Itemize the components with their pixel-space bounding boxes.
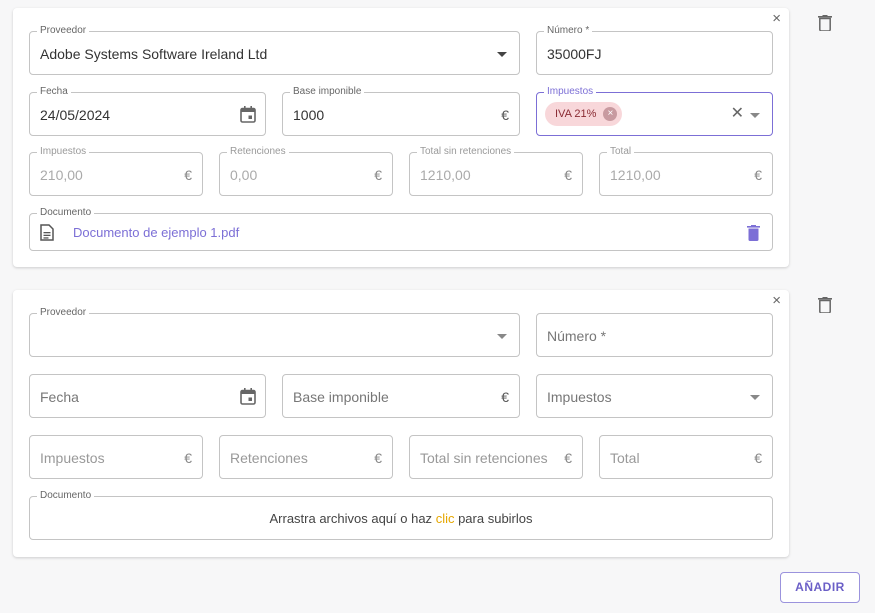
- chevron-down-icon: [750, 395, 760, 400]
- calendar-icon[interactable]: [240, 106, 256, 123]
- delete-entry-1-icon[interactable]: [818, 15, 832, 31]
- calendar-icon[interactable]: [240, 388, 256, 405]
- document-label: Documento: [37, 490, 95, 502]
- withholdings-field-1: Retenciones 0,00 €: [219, 146, 393, 196]
- total-placeholder: Total: [610, 450, 640, 466]
- base-amount-field-2[interactable]: Base imponible €: [282, 374, 520, 418]
- clear-selection-icon[interactable]: ✕: [731, 105, 744, 123]
- tax-chip[interactable]: IVA 21% ×: [545, 102, 623, 126]
- taxes-amount-label: Impuestos: [37, 146, 90, 158]
- total-no-withholding-placeholder: Total sin retenciones: [420, 450, 548, 466]
- taxes-select-label: Impuestos: [544, 86, 597, 98]
- document-icon: [40, 224, 54, 241]
- supplier-label: Proveedor: [37, 25, 90, 37]
- taxes-amount-field-1: Impuestos 210,00 €: [29, 146, 203, 196]
- euro-suffix: €: [501, 107, 509, 123]
- euro-suffix: €: [564, 167, 572, 183]
- total-no-withholding-value: 1210,00: [420, 167, 471, 183]
- invoice-entry-card-2: × Proveedor Número * Fecha Base imponibl…: [13, 290, 789, 557]
- dropzone-text-before: Arrastra archivos aquí o haz: [269, 511, 436, 526]
- delete-document-icon[interactable]: [747, 225, 760, 241]
- base-value: 1000: [293, 107, 325, 123]
- close-entry-1-icon[interactable]: ×: [772, 11, 781, 27]
- base-amount-field-1[interactable]: Base imponible 1000 €: [282, 86, 520, 136]
- supplier-select-2[interactable]: Proveedor: [29, 307, 520, 357]
- withholdings-value: 0,00: [230, 167, 258, 183]
- supplier-label: Proveedor: [37, 307, 90, 319]
- number-field-2[interactable]: Número *: [536, 313, 773, 357]
- dropzone-text-after: para subirlos: [454, 511, 533, 526]
- invoice-entry-card-1: × Proveedor Adobe Systems Software Irela…: [13, 8, 789, 267]
- withholdings-placeholder: Retenciones: [230, 450, 308, 466]
- number-value: 35000FJ: [547, 46, 602, 62]
- withholdings-label: Retenciones: [227, 146, 289, 158]
- euro-suffix: €: [374, 167, 382, 183]
- document-file-link[interactable]: Documento de ejemplo 1.pdf: [73, 225, 239, 241]
- supplier-value: Adobe Systems Software Ireland Ltd: [40, 46, 268, 62]
- total-field-2: Total €: [599, 435, 773, 479]
- taxes-select-2[interactable]: Impuestos: [536, 374, 773, 418]
- euro-suffix: €: [184, 167, 192, 183]
- document-field-1: Documento Documento de ejemplo 1.pdf: [29, 207, 773, 251]
- chevron-down-icon: [497, 52, 507, 57]
- taxes-select-1[interactable]: Impuestos IVA 21% × ✕: [536, 86, 773, 136]
- total-no-withholding-field-2: Total sin retenciones €: [409, 435, 583, 479]
- chip-remove-icon[interactable]: ×: [603, 107, 618, 121]
- supplier-select-1[interactable]: Proveedor Adobe Systems Software Ireland…: [29, 25, 520, 75]
- taxes-select-placeholder: Impuestos: [547, 389, 612, 405]
- euro-suffix: €: [564, 450, 572, 466]
- dropzone-text: Arrastra archivos aquí o haz clic para s…: [30, 511, 772, 527]
- tax-chip-label: IVA 21%: [555, 108, 597, 120]
- euro-suffix: €: [184, 450, 192, 466]
- total-label: Total: [607, 146, 635, 158]
- base-label: Base imponible: [290, 86, 365, 98]
- base-placeholder: Base imponible: [293, 389, 389, 405]
- taxes-amount-value: 210,00: [40, 167, 83, 183]
- chevron-down-icon[interactable]: [750, 113, 760, 118]
- total-no-withholding-label: Total sin retenciones: [417, 146, 515, 158]
- number-label: Número *: [544, 25, 593, 37]
- withholdings-field-2: Retenciones €: [219, 435, 393, 479]
- document-label: Documento: [37, 207, 95, 219]
- euro-suffix: €: [754, 450, 762, 466]
- taxes-amount-placeholder: Impuestos: [40, 450, 105, 466]
- upload-click-link[interactable]: clic: [436, 511, 455, 526]
- delete-entry-2-icon[interactable]: [818, 297, 832, 313]
- total-field-1: Total 1210,00 €: [599, 146, 773, 196]
- chevron-down-icon: [497, 334, 507, 339]
- number-field-1[interactable]: Número * 35000FJ: [536, 25, 773, 75]
- document-dropzone-2[interactable]: Documento Arrastra archivos aquí o haz c…: [29, 490, 773, 540]
- date-field-2[interactable]: Fecha: [29, 374, 266, 418]
- number-placeholder: Número *: [547, 328, 607, 344]
- date-field-1[interactable]: Fecha 24/05/2024: [29, 86, 266, 136]
- euro-suffix: €: [374, 450, 382, 466]
- date-value: 24/05/2024: [40, 107, 111, 123]
- date-placeholder: Fecha: [40, 389, 79, 405]
- total-value: 1210,00: [610, 167, 661, 183]
- euro-suffix: €: [754, 167, 762, 183]
- total-no-withholding-field-1: Total sin retenciones 1210,00 €: [409, 146, 583, 196]
- add-entry-button[interactable]: AÑADIR: [780, 572, 860, 603]
- euro-suffix: €: [501, 389, 509, 405]
- date-label: Fecha: [37, 86, 71, 98]
- close-entry-2-icon[interactable]: ×: [772, 293, 781, 309]
- taxes-amount-field-2: Impuestos €: [29, 435, 203, 479]
